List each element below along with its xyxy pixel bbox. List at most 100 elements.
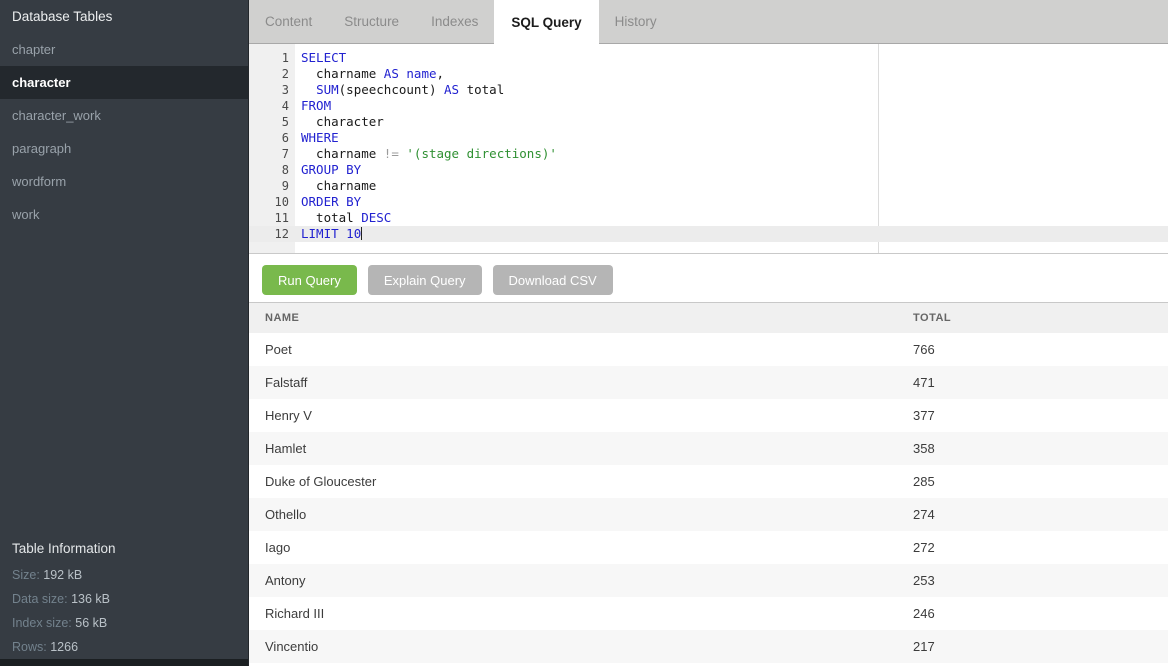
info-label: Size: bbox=[12, 568, 40, 582]
query-toolbar: Run Query Explain Query Download CSV bbox=[249, 254, 1168, 302]
cell-total: 246 bbox=[913, 597, 935, 630]
info-row: Size: 192 kB bbox=[0, 563, 247, 587]
cell-name: Hamlet bbox=[249, 432, 306, 465]
code-lines: 1SELECT2 charname AS name,3 SUM(speechco… bbox=[249, 44, 1168, 242]
info-label: Rows: bbox=[12, 640, 47, 654]
sidebar-item-wordform[interactable]: wordform bbox=[0, 165, 248, 198]
sql-editor[interactable]: 1SELECT2 charname AS name,3 SUM(speechco… bbox=[249, 44, 1168, 254]
cell-total: 766 bbox=[913, 333, 935, 366]
code-line-1[interactable]: 1SELECT bbox=[249, 50, 1168, 66]
cell-total: 272 bbox=[913, 531, 935, 564]
cell-name: Duke of Gloucester bbox=[249, 465, 376, 498]
table-list: chaptercharactercharacter_workparagraphw… bbox=[0, 33, 248, 231]
line-code: charname AS name, bbox=[289, 66, 444, 82]
info-row: Rows: 1266 bbox=[0, 635, 247, 659]
line-number: 5 bbox=[249, 114, 289, 130]
code-line-12[interactable]: 12LIMIT 10 bbox=[249, 226, 1168, 242]
tab-content[interactable]: Content bbox=[249, 0, 328, 43]
line-code: total DESC bbox=[289, 210, 391, 226]
table-row[interactable]: Antony 253 bbox=[249, 564, 1168, 597]
line-code: WHERE bbox=[289, 130, 339, 146]
code-line-3[interactable]: 3 SUM(speechcount) AS total bbox=[249, 82, 1168, 98]
tab-indexes[interactable]: Indexes bbox=[415, 0, 494, 43]
line-code: charname bbox=[289, 178, 376, 194]
sidebar: Database Tables chaptercharactercharacte… bbox=[0, 0, 249, 666]
code-line-2[interactable]: 2 charname AS name, bbox=[249, 66, 1168, 82]
table-row[interactable]: Duke of Gloucester 285 bbox=[249, 465, 1168, 498]
info-value: 56 kB bbox=[72, 616, 107, 630]
sidebar-item-paragraph[interactable]: paragraph bbox=[0, 132, 248, 165]
table-row[interactable]: Hamlet358 bbox=[249, 432, 1168, 465]
line-number: 11 bbox=[249, 210, 289, 226]
sidebar-footer-strip bbox=[0, 659, 248, 666]
info-value: 192 kB bbox=[40, 568, 82, 582]
table-row[interactable]: Henry V 377 bbox=[249, 399, 1168, 432]
table-row[interactable]: Iago 272 bbox=[249, 531, 1168, 564]
tab-bar: ContentStructureIndexesSQL QueryHistory bbox=[249, 0, 1168, 44]
cell-name: Poet bbox=[249, 333, 292, 366]
line-number: 4 bbox=[249, 98, 289, 114]
cell-name: Antony bbox=[249, 564, 305, 597]
tab-sql-query[interactable]: SQL Query bbox=[494, 0, 598, 44]
results-table: NAME TOTAL Poet766Falstaff471Henry V377H… bbox=[249, 302, 1168, 663]
run-query-button[interactable]: Run Query bbox=[262, 265, 357, 295]
table-info-title: Table Information bbox=[0, 532, 247, 563]
sidebar-item-work[interactable]: work bbox=[0, 198, 248, 231]
info-value: 1266 bbox=[47, 640, 78, 654]
results-body: Poet 766Falstaff471Henry V 377Hamlet358Duk… bbox=[249, 333, 1168, 663]
table-row[interactable]: Poet 766 bbox=[249, 333, 1168, 366]
sidebar-header: Database Tables bbox=[0, 0, 248, 33]
column-header-total[interactable]: TOTAL bbox=[913, 303, 951, 333]
code-line-4[interactable]: 4FROM bbox=[249, 98, 1168, 114]
tab-structure[interactable]: Structure bbox=[328, 0, 415, 43]
code-line-8[interactable]: 8GROUP BY bbox=[249, 162, 1168, 178]
explain-query-button[interactable]: Explain Query bbox=[368, 265, 482, 295]
table-row[interactable]: Othello 274 bbox=[249, 498, 1168, 531]
results-header-row: NAME TOTAL bbox=[249, 303, 1168, 333]
table-row[interactable]: Vincentio217 bbox=[249, 630, 1168, 663]
line-number: 2 bbox=[249, 66, 289, 82]
sidebar-item-chapter[interactable]: chapter bbox=[0, 33, 248, 66]
code-line-11[interactable]: 11 total DESC bbox=[249, 210, 1168, 226]
code-line-6[interactable]: 6WHERE bbox=[249, 130, 1168, 146]
code-line-10[interactable]: 10ORDER BY bbox=[249, 194, 1168, 210]
line-number: 1 bbox=[249, 50, 289, 66]
line-code: SUM(speechcount) AS total bbox=[289, 82, 504, 98]
table-info-rows: Size: 192 kBData size: 136 kBIndex size:… bbox=[0, 563, 247, 659]
cell-total: 274 bbox=[913, 498, 935, 531]
cell-total: 253 bbox=[913, 564, 935, 597]
cell-name: Falstaff bbox=[249, 366, 307, 399]
line-number: 7 bbox=[249, 146, 289, 162]
table-info-panel: Table Information Size: 192 kBData size:… bbox=[0, 532, 247, 659]
sidebar-item-character[interactable]: character bbox=[0, 66, 248, 99]
line-code: SELECT bbox=[289, 50, 346, 66]
column-header-name[interactable]: NAME bbox=[249, 303, 299, 333]
line-number: 6 bbox=[249, 130, 289, 146]
line-number: 12 bbox=[249, 226, 289, 242]
table-row[interactable]: Falstaff471 bbox=[249, 366, 1168, 399]
sidebar-item-character_work[interactable]: character_work bbox=[0, 99, 248, 132]
download-csv-button[interactable]: Download CSV bbox=[493, 265, 613, 295]
app-window: Database Tables chaptercharactercharacte… bbox=[0, 0, 1168, 666]
line-number: 10 bbox=[249, 194, 289, 210]
cell-total: 377 bbox=[913, 399, 935, 432]
code-line-5[interactable]: 5 character bbox=[249, 114, 1168, 130]
code-line-7[interactable]: 7 charname != '(stage directions)' bbox=[249, 146, 1168, 162]
line-code: ORDER BY bbox=[289, 194, 361, 210]
cell-name: Othello bbox=[249, 498, 306, 531]
line-code: GROUP BY bbox=[289, 162, 361, 178]
line-code: LIMIT 10 bbox=[289, 226, 362, 242]
cell-total: 285 bbox=[913, 465, 935, 498]
code-line-9[interactable]: 9 charname bbox=[249, 178, 1168, 194]
info-row: Index size: 56 kB bbox=[0, 611, 247, 635]
tab-history[interactable]: History bbox=[599, 0, 673, 43]
cell-name: Iago bbox=[249, 531, 290, 564]
info-label: Data size: bbox=[12, 592, 68, 606]
table-row[interactable]: Richard III246 bbox=[249, 597, 1168, 630]
line-code: character bbox=[289, 114, 384, 130]
info-row: Data size: 136 kB bbox=[0, 587, 247, 611]
line-number: 8 bbox=[249, 162, 289, 178]
line-code: FROM bbox=[289, 98, 331, 114]
cell-name: Henry V bbox=[249, 399, 312, 432]
line-number: 3 bbox=[249, 82, 289, 98]
